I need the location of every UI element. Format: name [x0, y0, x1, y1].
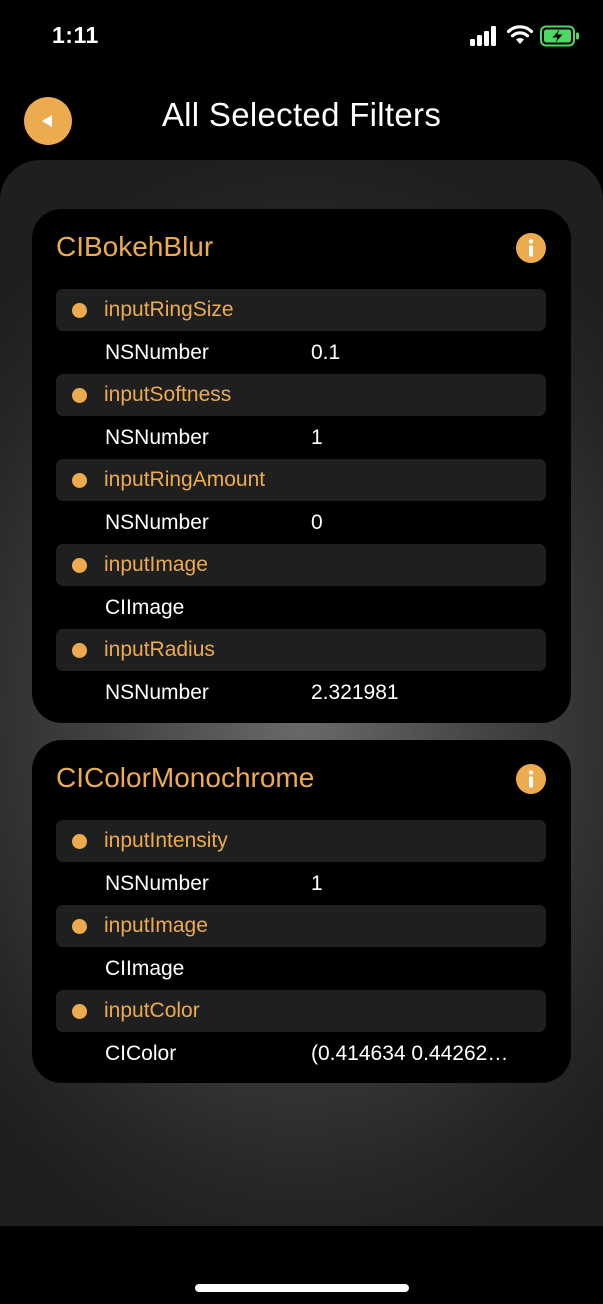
cellular-signal-icon	[470, 26, 496, 46]
param-header: inputRingSize	[56, 289, 546, 331]
param-value-row: NSNumber 1	[56, 862, 546, 905]
info-icon[interactable]	[516, 764, 546, 794]
bullet-dot-icon	[72, 303, 87, 318]
param-type: NSNumber	[105, 426, 209, 449]
param-value-row: NSNumber 0.1	[56, 331, 546, 374]
param-name: inputRingAmount	[104, 468, 266, 491]
param-value: 0	[311, 511, 323, 534]
battery-charging-icon	[540, 25, 579, 47]
param-name: inputImage	[104, 553, 208, 576]
param-name: inputImage	[104, 914, 208, 937]
param-value-row: CIImage	[56, 947, 546, 990]
bullet-dot-icon	[72, 643, 87, 658]
param-value-row: CIImage	[56, 586, 546, 629]
bullet-dot-icon	[72, 834, 87, 849]
param-header: inputColor	[56, 990, 546, 1032]
filter-title: CIColorMonochrome	[56, 762, 315, 793]
bullet-dot-icon	[72, 919, 87, 934]
filter-card: CIColorMonochrome inputIntensity NSNumbe…	[32, 740, 571, 1083]
param-name: inputRadius	[104, 638, 215, 661]
filter-title: CIBokehBlur	[56, 231, 214, 262]
param-name: inputIntensity	[104, 829, 228, 852]
param-value: 1	[311, 426, 323, 449]
param-name: inputColor	[104, 999, 200, 1022]
param-header: inputRadius	[56, 629, 546, 671]
status-bar: 1:11	[0, 0, 603, 72]
info-icon[interactable]	[516, 233, 546, 263]
param-type: NSNumber	[105, 341, 209, 364]
bottom-area	[0, 1226, 603, 1304]
bullet-dot-icon	[72, 473, 87, 488]
param-value-row: NSNumber 0	[56, 501, 546, 544]
param-value-row: NSNumber 1	[56, 416, 546, 459]
status-time: 1:11	[52, 22, 99, 48]
param-type: CIImage	[105, 957, 185, 980]
param-list: inputRingSize NSNumber 0.1 inputSoftness…	[56, 289, 546, 714]
param-type: CIImage	[105, 596, 185, 619]
param-type: NSNumber	[105, 511, 209, 534]
param-value: 2.321981	[311, 681, 399, 704]
param-list: inputIntensity NSNumber 1 inputImage CII…	[56, 820, 546, 1075]
param-value-row: NSNumber 2.321981	[56, 671, 546, 714]
param-value: 1	[311, 872, 323, 895]
param-header: inputImage	[56, 905, 546, 947]
bullet-dot-icon	[72, 558, 87, 573]
wifi-icon	[506, 25, 534, 44]
bullet-dot-icon	[72, 1004, 87, 1019]
param-header: inputSoftness	[56, 374, 546, 416]
filter-card: CIBokehBlur inputRingSize NSNumber 0.1 i…	[32, 209, 571, 723]
param-header: inputIntensity	[56, 820, 546, 862]
param-value: (0.414634 0.44262…	[311, 1042, 509, 1065]
param-type: NSNumber	[105, 872, 209, 895]
param-type: NSNumber	[105, 681, 209, 704]
bullet-dot-icon	[72, 388, 87, 403]
param-header: inputImage	[56, 544, 546, 586]
param-value-row: CIColor (0.414634 0.44262…	[56, 1032, 546, 1075]
home-indicator[interactable]	[195, 1284, 409, 1292]
param-header: inputRingAmount	[56, 459, 546, 501]
param-name: inputSoftness	[104, 383, 232, 406]
param-name: inputRingSize	[104, 298, 234, 321]
param-value: 0.1	[311, 341, 341, 364]
page-title: All Selected Filters	[161, 96, 442, 133]
param-type: CIColor	[105, 1042, 177, 1065]
